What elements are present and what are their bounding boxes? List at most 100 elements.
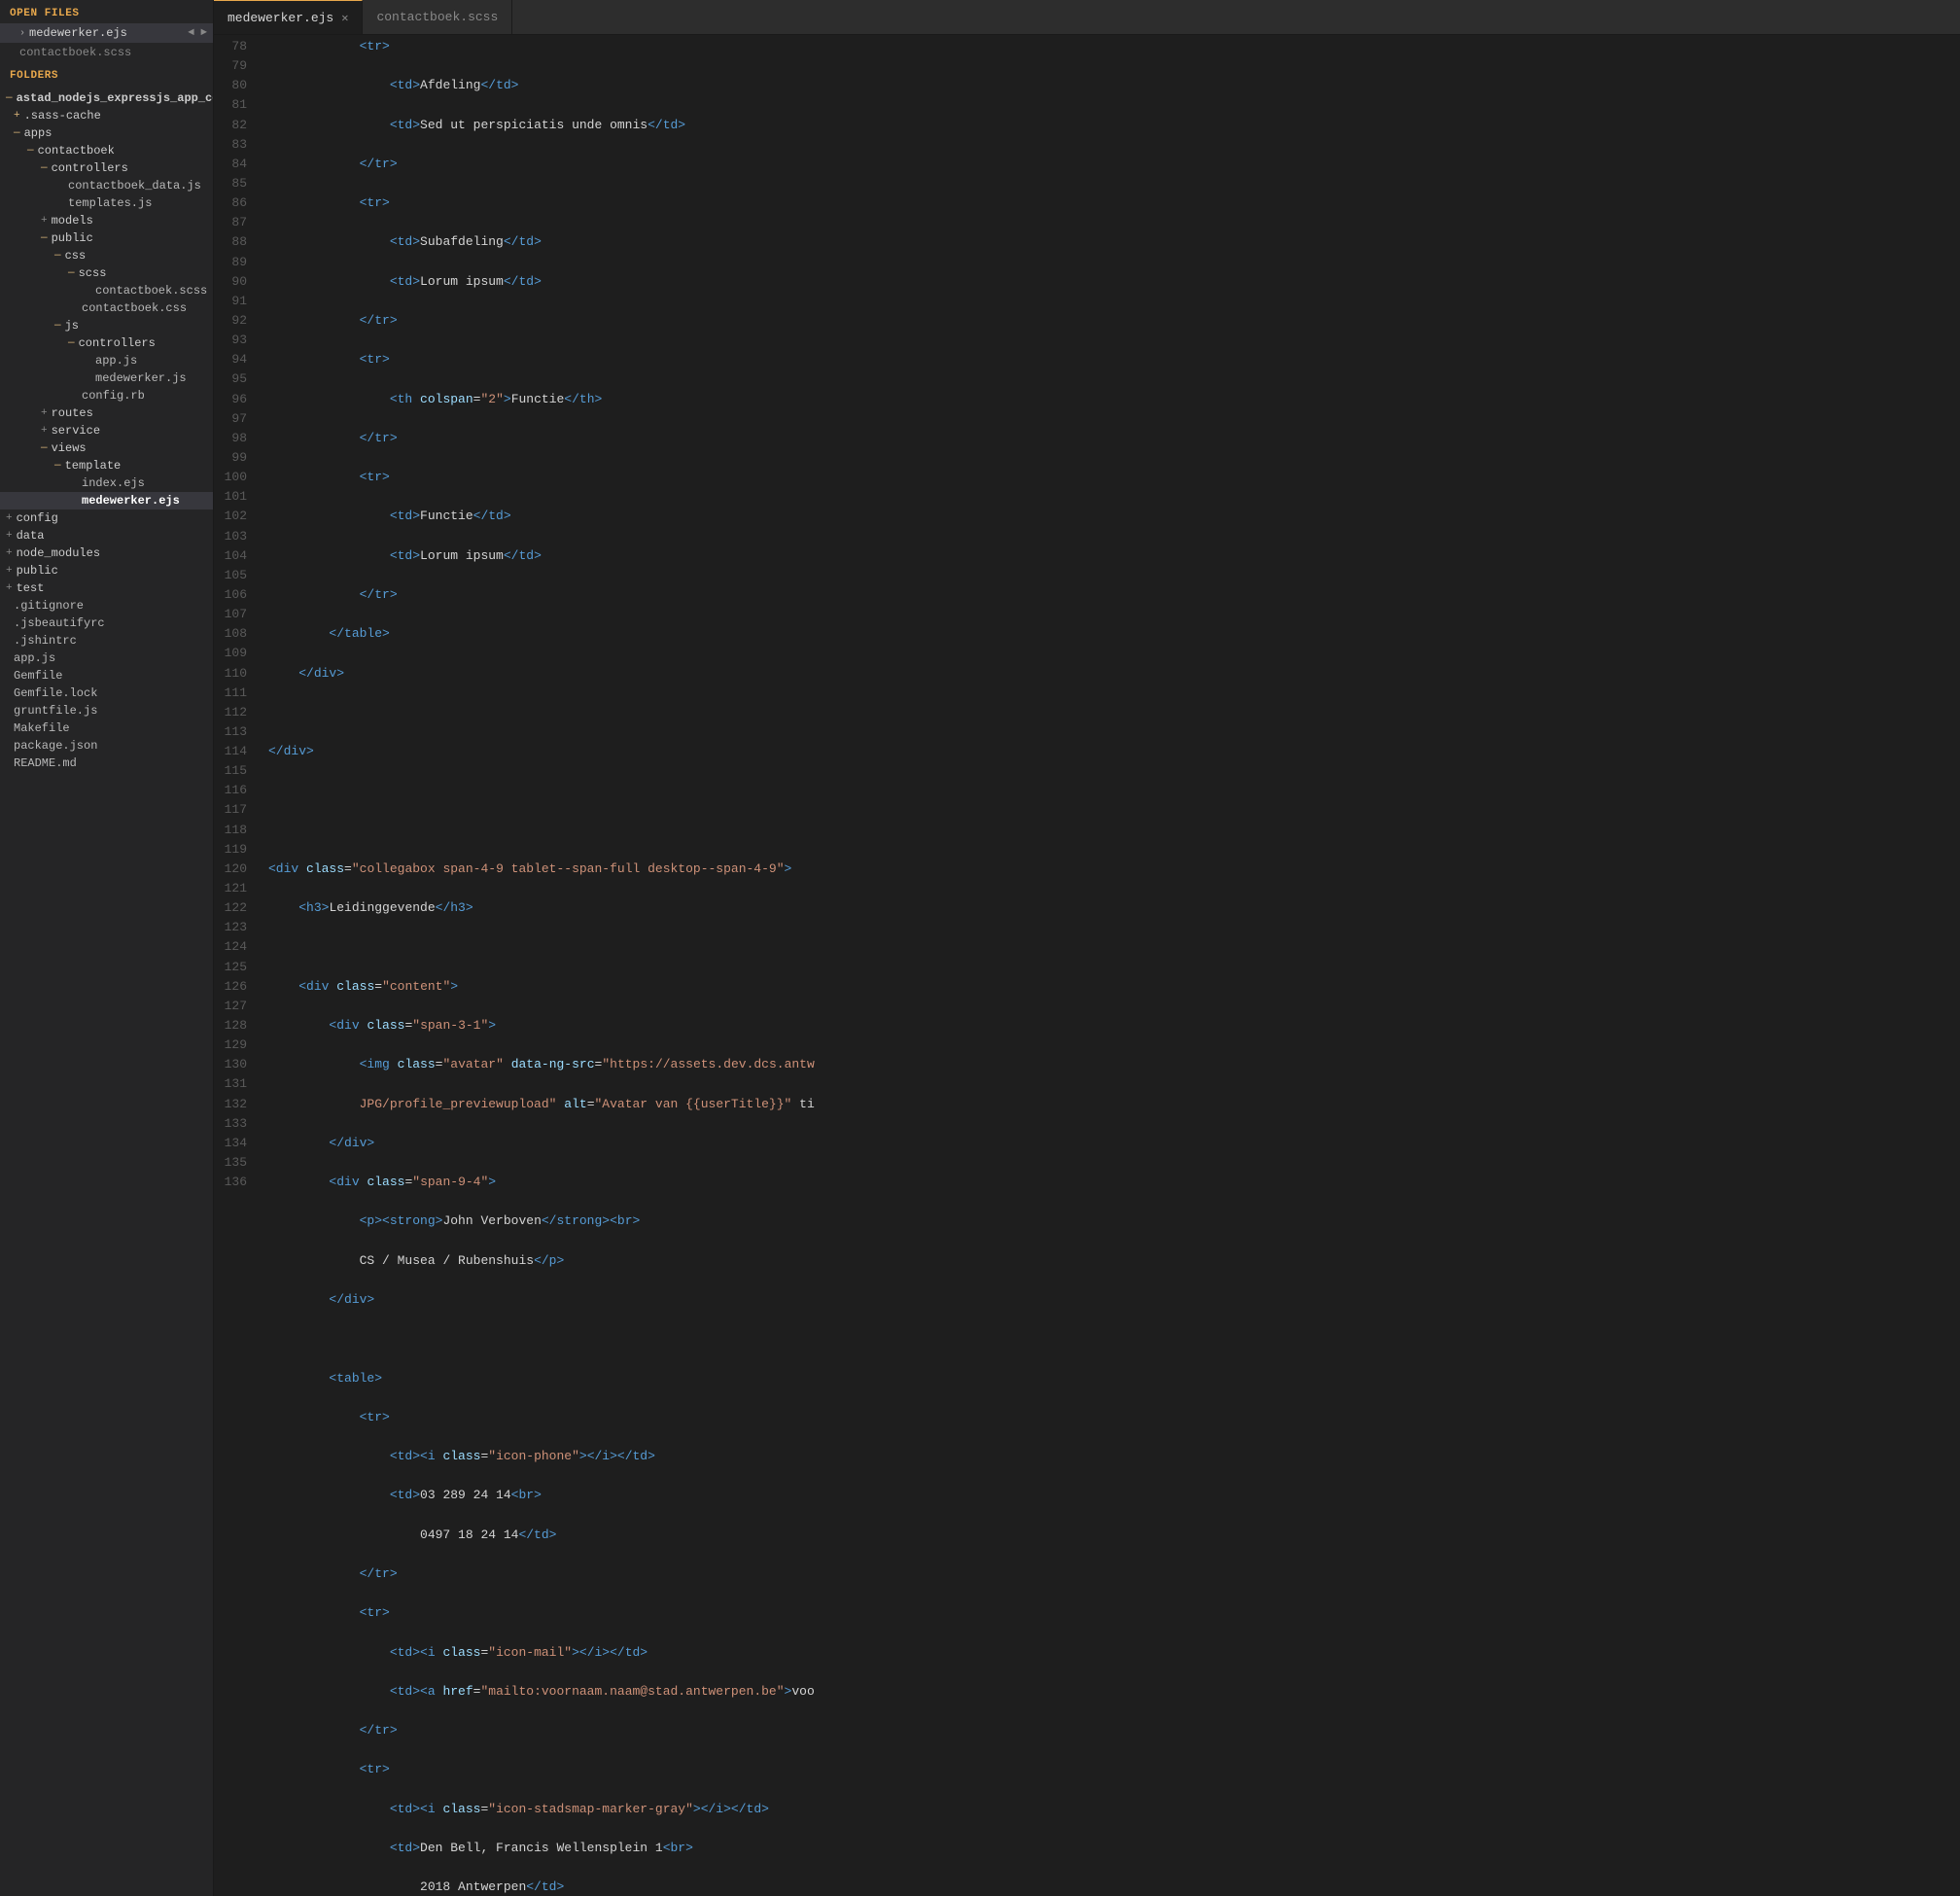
line-100: <h3>Leidinggevende</h3> bbox=[257, 898, 1960, 918]
scss-label: scss bbox=[79, 266, 107, 280]
line-94: </div> bbox=[257, 664, 1960, 684]
tree-sass-cache[interactable]: + .sass-cache bbox=[0, 107, 213, 124]
contactboek-css-label: contactboek.css bbox=[82, 301, 187, 315]
tree-makefile[interactable]: Makefile bbox=[0, 720, 213, 737]
tree-contactboek-data[interactable]: contactboek_data.js bbox=[0, 177, 213, 194]
tree-medewerker-js[interactable]: medewerker.js bbox=[0, 369, 213, 387]
tree-contactboek-scss[interactable]: contactboek.scss bbox=[0, 282, 213, 299]
tree-test[interactable]: + test bbox=[0, 579, 213, 597]
tree-templates[interactable]: templates.js bbox=[0, 194, 213, 212]
tree-jshintrc[interactable]: .jshintrc bbox=[0, 632, 213, 650]
line-101 bbox=[257, 937, 1960, 957]
tree-config-rb[interactable]: config.rb bbox=[0, 387, 213, 404]
line-119: <td><i class="icon-mail"></i></td> bbox=[257, 1643, 1960, 1663]
nav-arrows[interactable]: ◄ ► bbox=[188, 27, 207, 39]
line-105: JPG/profile_previewupload" alt="Avatar v… bbox=[257, 1095, 1960, 1114]
plus-icon: + bbox=[6, 565, 13, 577]
apps-label: apps bbox=[24, 126, 52, 140]
tree-gemfile[interactable]: Gemfile bbox=[0, 667, 213, 685]
templates-label: templates.js bbox=[68, 196, 152, 210]
tree-index-ejs[interactable]: index.ejs bbox=[0, 474, 213, 492]
tab-contactboek-scss[interactable]: contactboek.scss bbox=[363, 0, 512, 34]
tree-public-root[interactable]: + public bbox=[0, 562, 213, 579]
tree-public-1[interactable]: — public bbox=[0, 229, 213, 247]
line-82: <tr> bbox=[257, 193, 1960, 213]
readme-label: README.md bbox=[14, 756, 77, 770]
tree-gruntfile[interactable]: gruntfile.js bbox=[0, 702, 213, 720]
contactboek-scss-label: contactboek.scss bbox=[95, 284, 207, 298]
line-120: <td><a href="mailto:voornaam.naam@stad.a… bbox=[257, 1682, 1960, 1702]
line-86: <tr> bbox=[257, 350, 1960, 369]
line-84: <td>Lorum ipsum</td> bbox=[257, 272, 1960, 292]
public-1-label: public bbox=[52, 231, 93, 245]
public-root-label: public bbox=[17, 564, 58, 578]
config-rb-label: config.rb bbox=[82, 389, 145, 403]
sidebar: OPEN FILES › medewerker.ejs ◄ ► contactb… bbox=[0, 0, 214, 1896]
tree-jsbeautifyrc[interactable]: .jsbeautifyrc bbox=[0, 614, 213, 632]
tab-name-contactboek: contactboek.scss bbox=[376, 10, 498, 24]
makefile-label: Makefile bbox=[14, 721, 70, 735]
tree-app-js[interactable]: app.js bbox=[0, 352, 213, 369]
tree-template[interactable]: — template bbox=[0, 457, 213, 474]
open-file-medewerker[interactable]: › medewerker.ejs ◄ ► bbox=[0, 23, 213, 43]
line-110: </div> bbox=[257, 1290, 1960, 1310]
tree-controllers-2[interactable]: — controllers bbox=[0, 334, 213, 352]
open-file-contactboek[interactable]: contactboek.scss bbox=[0, 43, 213, 62]
plus-icon: + bbox=[6, 547, 13, 559]
line-103: <div class="span-3-1"> bbox=[257, 1016, 1960, 1036]
editor-content[interactable]: 78 79 80 81 82 83 84 85 86 87 88 89 90 9… bbox=[214, 35, 1960, 1896]
tree-node-modules[interactable]: + node_modules bbox=[0, 544, 213, 562]
line-109: CS / Musea / Rubenshuis</p> bbox=[257, 1251, 1960, 1271]
tree-package-json[interactable]: package.json bbox=[0, 737, 213, 755]
line-85: </tr> bbox=[257, 311, 1960, 331]
folder-icon: — bbox=[41, 232, 48, 244]
folder-icon: — bbox=[68, 337, 75, 349]
open-files-section: OPEN FILES › medewerker.ejs ◄ ► contactb… bbox=[0, 0, 213, 62]
folder-icon: — bbox=[54, 320, 61, 332]
code-content[interactable]: <tr> <td>Afdeling</td> <td>Sed ut perspi… bbox=[257, 35, 1960, 1896]
line-116: 0497 18 24 14</td> bbox=[257, 1526, 1960, 1545]
tree-controllers-1[interactable]: — controllers bbox=[0, 159, 213, 177]
open-file-name-medewerker: medewerker.ejs bbox=[29, 26, 188, 40]
tree-gemfile-lock[interactable]: Gemfile.lock bbox=[0, 685, 213, 702]
contactboek-data-label: contactboek_data.js bbox=[68, 179, 201, 193]
tree-views[interactable]: — views bbox=[0, 439, 213, 457]
gitignore-label: .gitignore bbox=[14, 599, 84, 613]
line-87: <th colspan="2">Functie</th> bbox=[257, 390, 1960, 409]
tree-apps[interactable]: — apps bbox=[0, 124, 213, 142]
tab-medewerker-ejs[interactable]: medewerker.ejs ✕ bbox=[214, 0, 363, 34]
plus-icon: + bbox=[41, 425, 48, 437]
app-js-label: app.js bbox=[95, 354, 137, 368]
tree-gitignore[interactable]: .gitignore bbox=[0, 597, 213, 614]
gemfile-lock-label: Gemfile.lock bbox=[14, 686, 97, 700]
tab-close-medewerker[interactable]: ✕ bbox=[341, 11, 348, 25]
folder-icon: — bbox=[41, 162, 48, 174]
medewerker-js-label: medewerker.js bbox=[95, 371, 187, 385]
tree-root-folder[interactable]: — astad_nodejs_expressjs_app_contactboek bbox=[0, 89, 213, 107]
tree-config[interactable]: + config bbox=[0, 509, 213, 527]
tree-service[interactable]: + service bbox=[0, 422, 213, 439]
plus-icon: + bbox=[41, 215, 48, 227]
tree-css[interactable]: — css bbox=[0, 247, 213, 264]
tab-bar: medewerker.ejs ✕ contactboek.scss bbox=[214, 0, 1960, 35]
sass-cache-label: .sass-cache bbox=[24, 109, 101, 123]
line-108: <p><strong>John Verboven</strong><br> bbox=[257, 1211, 1960, 1231]
tree-js[interactable]: — js bbox=[0, 317, 213, 334]
tree-app-js-root[interactable]: app.js bbox=[0, 650, 213, 667]
package-json-label: package.json bbox=[14, 739, 97, 753]
tree-readme[interactable]: README.md bbox=[0, 755, 213, 772]
tree-data[interactable]: + data bbox=[0, 527, 213, 544]
chevron-icon: › bbox=[19, 28, 25, 39]
plus-icon: + bbox=[6, 530, 13, 542]
tree-routes[interactable]: + routes bbox=[0, 404, 213, 422]
tree-medewerker-ejs[interactable]: medewerker.ejs bbox=[0, 492, 213, 509]
tree-models[interactable]: + models bbox=[0, 212, 213, 229]
tree-scss[interactable]: — scss bbox=[0, 264, 213, 282]
line-96: </div> bbox=[257, 742, 1960, 761]
line-113: <tr> bbox=[257, 1408, 1960, 1427]
controllers-2-label: controllers bbox=[79, 336, 156, 350]
tree-contactboek[interactable]: — contactboek bbox=[0, 142, 213, 159]
line-99: <div class="collegabox span-4-9 tablet--… bbox=[257, 860, 1960, 879]
line-121: </tr> bbox=[257, 1721, 1960, 1740]
tree-contactboek-css[interactable]: contactboek.css bbox=[0, 299, 213, 317]
